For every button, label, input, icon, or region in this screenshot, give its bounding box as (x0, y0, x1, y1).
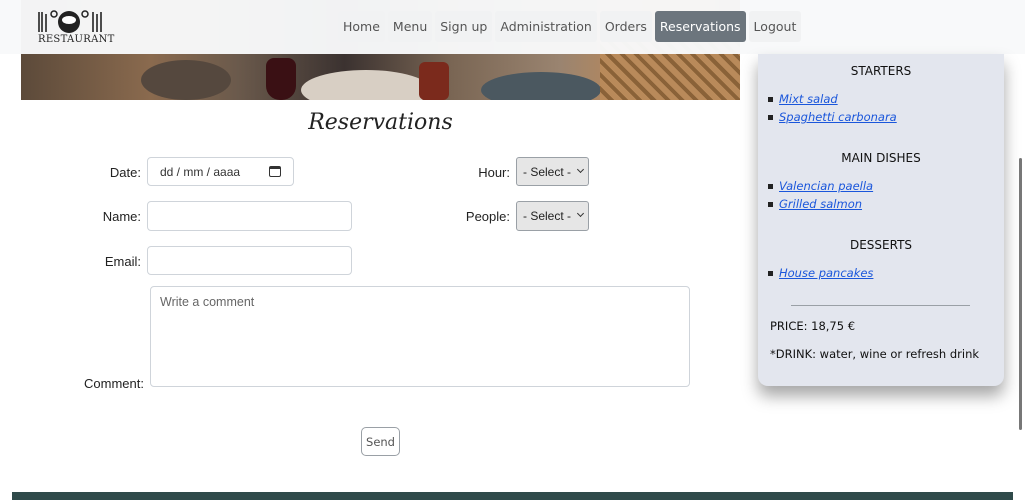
footer (12, 492, 1013, 500)
chevron-down-icon (576, 209, 585, 218)
dish-name[interactable]: Grilled salmon (779, 197, 862, 211)
menu-price: PRICE: 18,75 € (770, 319, 856, 333)
comment-textarea[interactable]: Write a comment (150, 286, 690, 387)
nav-item-sign-up[interactable]: Sign up (435, 11, 493, 42)
bullet-icon (768, 183, 773, 189)
divider (791, 305, 970, 306)
dish-link[interactable]: Spaghetti carbonara (768, 110, 897, 124)
nav-item-administration[interactable]: Administration (495, 11, 597, 42)
nav-item-reservations[interactable]: Reservations (654, 11, 746, 42)
people-select[interactable]: - Select - (516, 201, 589, 231)
hour-label: Hour: (478, 165, 510, 180)
dish-name[interactable]: Valencian paella (779, 179, 873, 193)
hour-select-value: - Select - (523, 164, 572, 179)
dish-link[interactable]: Mixt salad (768, 92, 838, 106)
bullet-icon (768, 201, 773, 207)
drink-note: *DRINK: water, wine or refresh drink (770, 347, 980, 361)
food-plate-image (301, 70, 431, 100)
comment-label: Comment: (84, 376, 144, 391)
people-label: People: (465, 209, 510, 224)
logo-text: RESTAURANT (38, 34, 115, 45)
dish-link[interactable]: Valencian paella (768, 179, 873, 193)
wine-glass-image (266, 58, 296, 100)
comment-placeholder: Write a comment (160, 295, 255, 309)
navbar: RESTAURANT Home Menu Sign up Administrat… (0, 0, 1025, 54)
desserts-heading: DESSERTS (849, 238, 913, 252)
calendar-icon[interactable] (269, 166, 281, 177)
page-title: Reservations (308, 110, 453, 135)
food-plate-image (481, 72, 601, 100)
email-label: Email: (104, 254, 141, 269)
bullet-icon (768, 114, 773, 120)
scrollbar-thumb[interactable] (1019, 158, 1022, 430)
date-label: Date: (109, 165, 141, 180)
dish-link[interactable]: Grilled salmon (768, 197, 862, 211)
dish-name[interactable]: House pancakes (779, 266, 873, 280)
food-plate-image (141, 60, 231, 100)
name-label: Name: (102, 209, 141, 224)
nav-item-logout[interactable]: Logout (748, 11, 802, 42)
email-input[interactable] (147, 246, 352, 275)
people-select-value: - Select - (523, 209, 572, 223)
wine-glass-image (419, 62, 449, 100)
nav-item-home[interactable]: Home (338, 11, 385, 42)
dish-name[interactable]: Mixt salad (779, 92, 838, 106)
starters-heading: STARTERS (850, 64, 912, 78)
main-dishes-heading: MAIN DISHES (841, 151, 921, 165)
bullet-icon (768, 270, 773, 276)
main-nav: Home Menu Sign up Administration Orders … (338, 11, 802, 42)
bullet-icon (768, 96, 773, 102)
dish-link[interactable]: House pancakes (768, 266, 873, 280)
date-placeholder: dd / mm / aaaa (160, 164, 241, 179)
dish-name[interactable]: Spaghetti carbonara (779, 110, 897, 124)
chevron-down-icon (576, 165, 585, 174)
name-input[interactable] (147, 201, 352, 231)
send-button[interactable]: Send (361, 427, 400, 456)
hour-select[interactable]: - Select - (516, 157, 589, 186)
nav-item-menu[interactable]: Menu (387, 11, 433, 42)
nav-item-orders[interactable]: Orders (599, 11, 652, 42)
date-input[interactable]: dd / mm / aaaa (147, 157, 294, 186)
daily-menu-card: STARTERS Mixt salad Spaghetti carbonara … (758, 54, 1004, 386)
